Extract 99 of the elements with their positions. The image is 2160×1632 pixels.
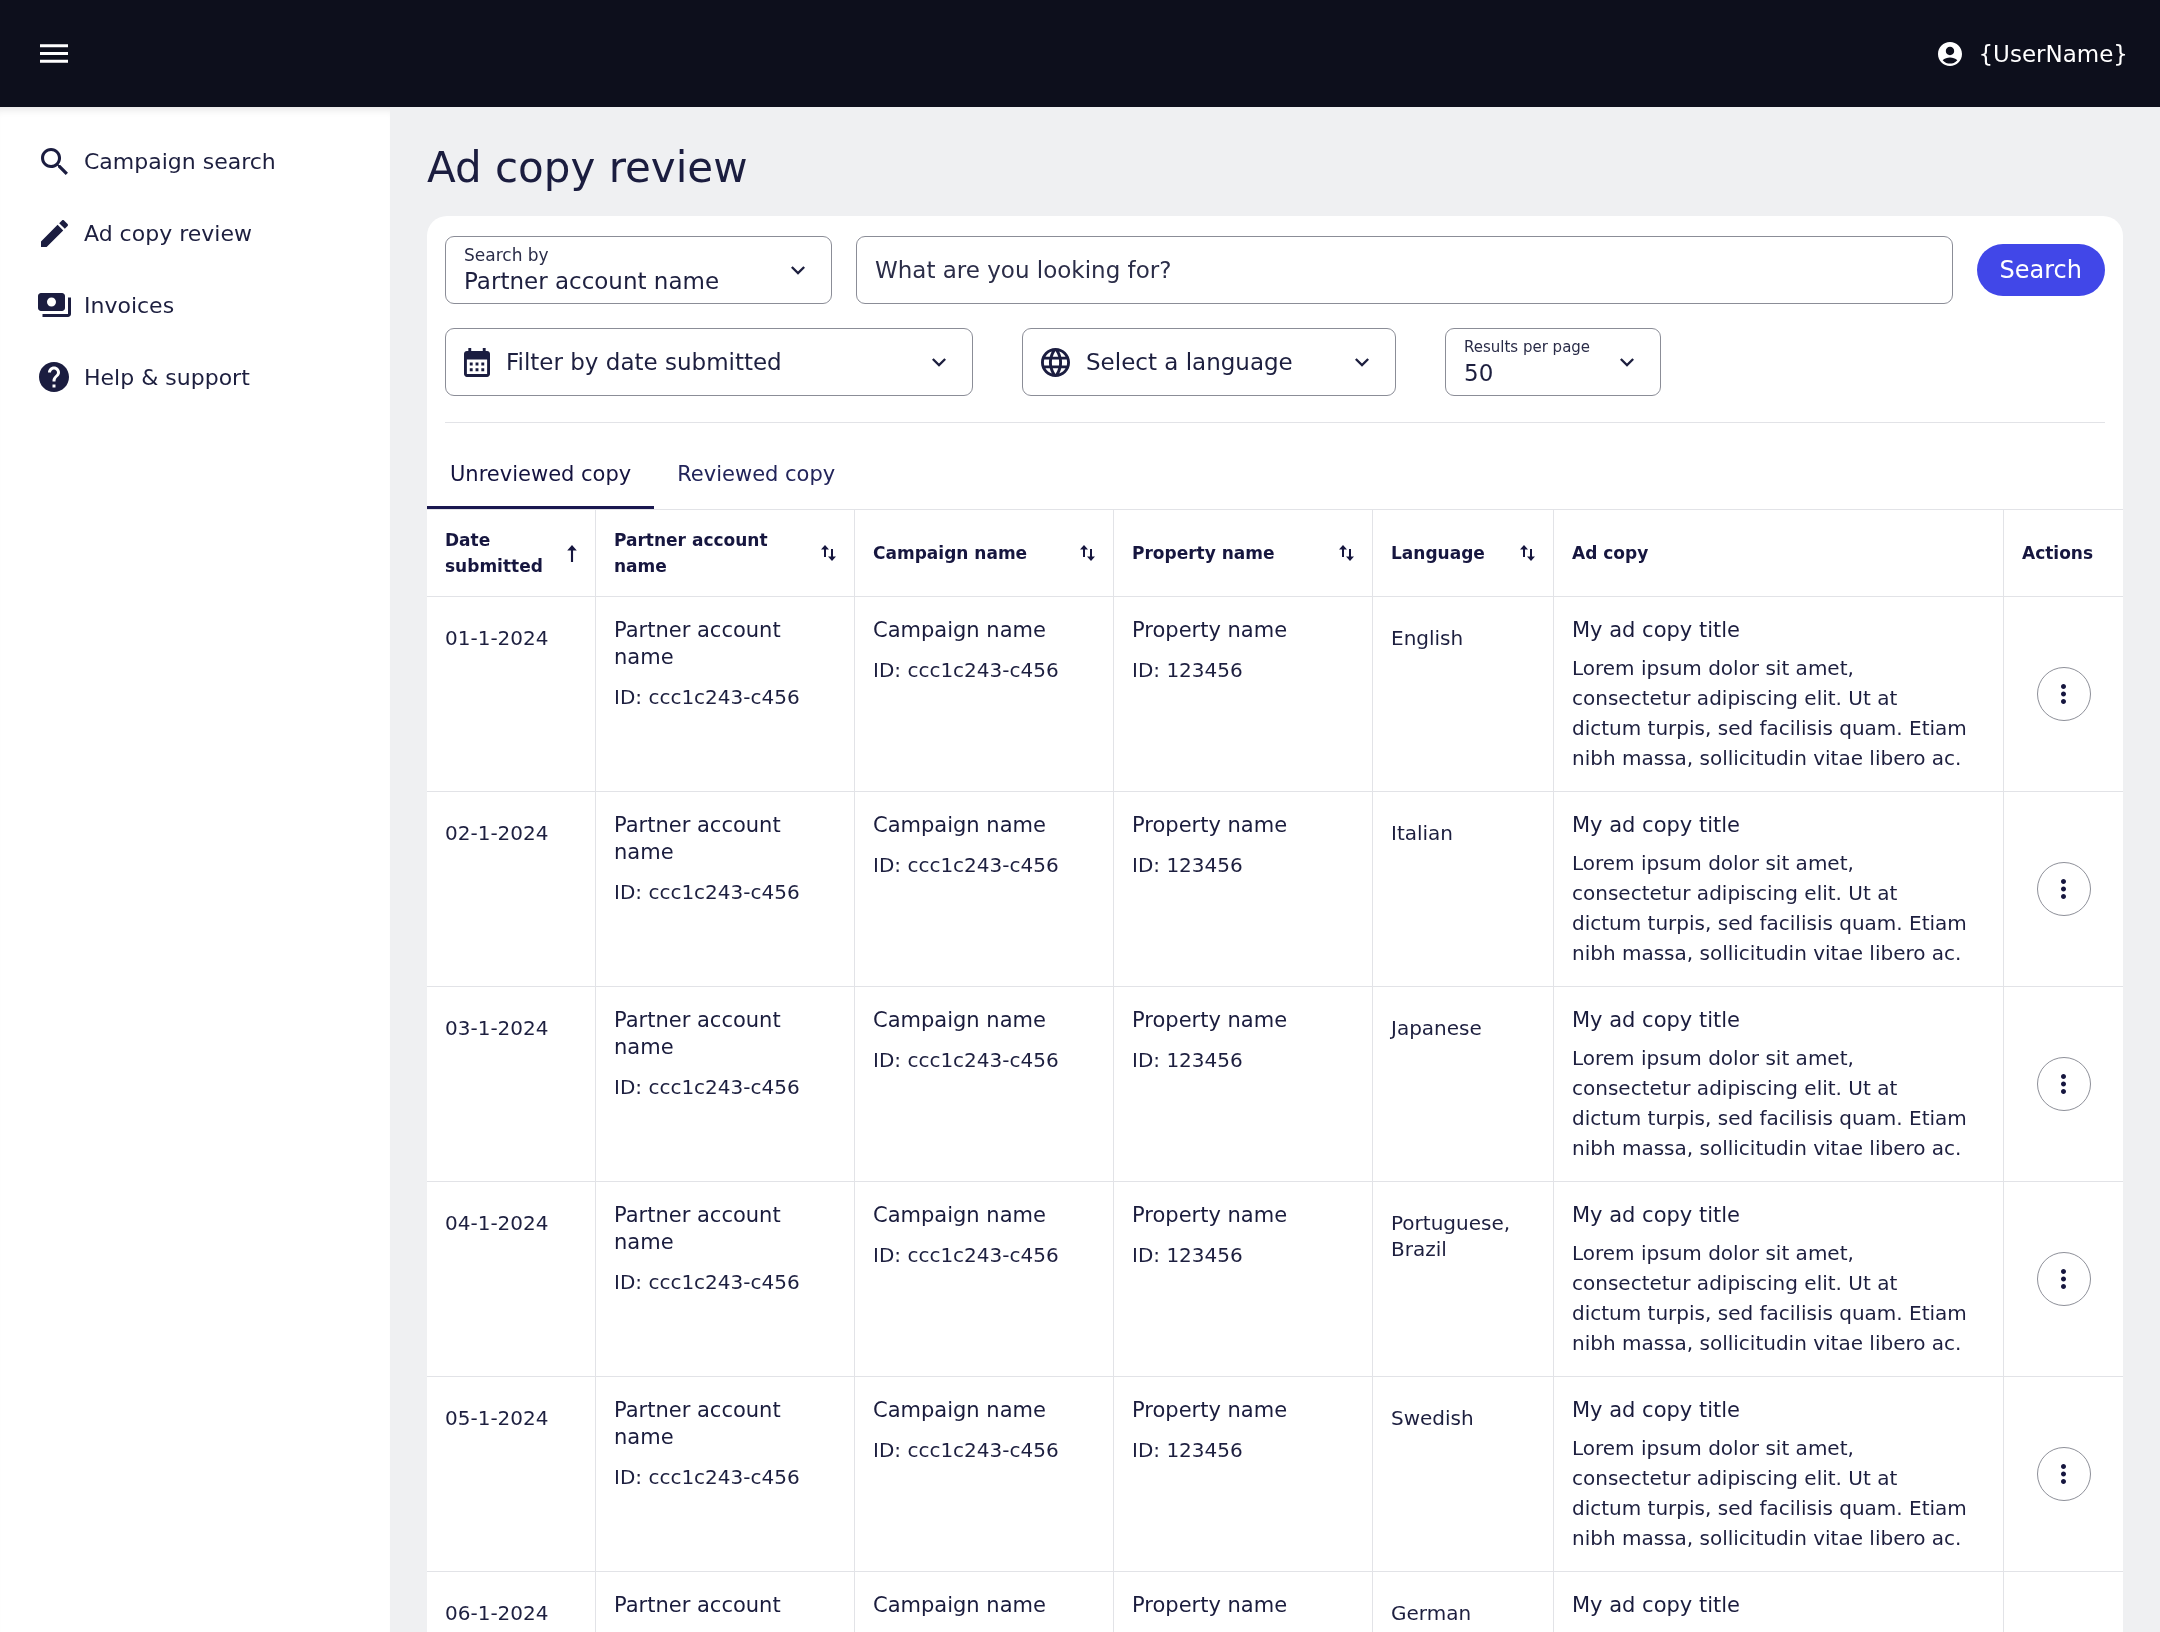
submitted-date: 06-1-2024: [445, 1600, 549, 1626]
vertical-dots-icon: [2061, 1269, 2066, 1289]
results-per-page-dropdown[interactable]: Results per page 50: [1445, 328, 1661, 396]
property-id: ID: 123456: [1132, 1437, 1243, 1464]
property-id: ID: 123456: [1132, 657, 1243, 684]
campaign-name: Campaign name: [873, 1592, 1046, 1619]
menu-icon[interactable]: [40, 44, 68, 63]
column-header-button[interactable]: Property name: [1132, 540, 1354, 566]
user-icon: [1938, 41, 1963, 66]
search-icon: [40, 147, 68, 175]
column-header: Actions: [2022, 542, 2094, 565]
calendar-icon: [464, 347, 490, 377]
column-header-button[interactable]: Campaign name: [873, 540, 1095, 566]
nav-item[interactable]: Invoices: [37, 290, 175, 320]
globe-icon: [1041, 347, 1070, 377]
partner-account-id: ID: ccc1c243-c456: [614, 1074, 800, 1101]
partner-account-name: Partner account name: [614, 617, 782, 671]
submitted-date: 04-1-2024: [445, 1210, 549, 1236]
property-id: ID: 123456: [1132, 852, 1243, 879]
partner-account-name: Partner account name: [614, 1007, 782, 1061]
more-actions-button[interactable]: [2036, 667, 2091, 721]
submitted-date: 02-1-2024: [445, 820, 549, 846]
more-actions-button[interactable]: [2036, 1252, 2091, 1306]
partner-account-id: ID: ccc1c243-c456: [614, 879, 800, 906]
chevron-down-icon: [1355, 357, 1369, 367]
language-name: English: [1391, 625, 1464, 651]
property-name: Property name: [1132, 617, 1288, 644]
help-icon: [39, 362, 69, 392]
ad-copy-title: My ad copy title: [1572, 1592, 1740, 1619]
language-name: German: [1391, 1600, 1472, 1626]
column-header-button[interactable]: Language: [1391, 540, 1535, 566]
ad-copy-title: My ad copy title: [1572, 1202, 1740, 1229]
ad-copy-text: Lorem ipsum dolor sit amet, consectetur adipiscing elit. Ut at dictum turpis, sed facilisis quam. Etiam nibh massa, sollicitudin vitae libero ac.: [1572, 1240, 1968, 1357]
page-title: Ad copy review: [427, 143, 748, 193]
search-by-dropdown[interactable]: Search by Partner account name: [445, 236, 832, 304]
partner-account-name: Partner account name: [614, 1397, 782, 1451]
ad-copy-text: Lorem ipsum dolor sit amet, consectetur adipiscing elit. Ut at dictum turpis, sed facilisis quam. Etiam nibh massa, sollicitudin vitae libero ac.: [1572, 1045, 1968, 1162]
ad-copy-text: Lorem ipsum dolor sit amet, consectetur adipiscing elit. Ut at dictum turpis, sed facilisis quam. Etiam nibh massa, sollicitudin vitae libero ac.: [1572, 655, 1968, 772]
column-header: Ad copy: [1572, 542, 1649, 565]
nav-item[interactable]: Help & support: [37, 362, 250, 392]
ad-copy-text: Lorem ipsum dolor sit amet, consectetur adipiscing elit. Ut at dictum turpis, sed facilisis quam. Etiam nibh massa, sollicitudin vitae libero ac.: [1572, 850, 1968, 967]
chevron-down-icon: [1620, 357, 1634, 367]
submitted-date: 03-1-2024: [445, 1015, 549, 1041]
property-name: Property name: [1132, 1592, 1288, 1619]
partner-account-id: ID: ccc1c243-c456: [614, 1464, 800, 1491]
tab[interactable]: Reviewed copy: [654, 441, 859, 509]
language-dropdown[interactable]: Select a language: [1022, 328, 1396, 396]
partner-account-id: ID: ccc1c243-c456: [614, 1269, 800, 1296]
partner-account-id: ID: ccc1c243-c456: [614, 684, 800, 711]
pencil-icon: [40, 219, 68, 247]
language-name: Portuguese, Brazil: [1391, 1210, 1512, 1262]
campaign-id: ID: ccc1c243-c456: [873, 1437, 1059, 1464]
partner-account-name: Partner account name: [614, 812, 782, 866]
vertical-dots-icon: [2061, 684, 2066, 704]
partner-account-name: Partner account: [614, 1592, 781, 1619]
property-id: ID: 123456: [1132, 1242, 1243, 1269]
ad-copy-title: My ad copy title: [1572, 617, 1740, 644]
vertical-dots-icon: [2061, 1074, 2066, 1094]
campaign-id: ID: ccc1c243-c456: [873, 1047, 1059, 1074]
partner-account-name: Partner account name: [614, 1202, 782, 1256]
chevron-down-icon: [791, 265, 805, 275]
ad-copy-text: Lorem ipsum dolor sit amet, consectetur adipiscing elit. Ut at dictum turpis, sed facilisis quam. Etiam nibh massa, sollicitudin vitae libero ac.: [1572, 1435, 1968, 1552]
submitted-date: 05-1-2024: [445, 1405, 549, 1431]
more-actions-button[interactable]: [2036, 1057, 2091, 1111]
property-name: Property name: [1132, 812, 1288, 839]
search-field[interactable]: What are you looking for?: [856, 236, 1953, 304]
campaign-name: Campaign name: [873, 1007, 1046, 1034]
tab[interactable]: Unreviewed copy: [427, 441, 655, 509]
campaign-name: Campaign name: [873, 617, 1046, 644]
language-name: Japanese: [1391, 1015, 1482, 1041]
vertical-dots-icon: [2061, 879, 2066, 899]
campaign-name: Campaign name: [873, 1397, 1046, 1424]
ad-copy-title: My ad copy title: [1572, 1397, 1740, 1424]
search-button[interactable]: Search: [1976, 244, 2105, 296]
column-header-button[interactable]: Date submitted: [445, 527, 577, 579]
date-filter-dropdown[interactable]: Filter by date submitted: [445, 328, 973, 396]
campaign-id: ID: ccc1c243-c456: [873, 657, 1059, 684]
submitted-date: 01-1-2024: [445, 625, 549, 651]
campaign-id: ID: ccc1c243-c456: [873, 1242, 1059, 1269]
chevron-down-icon: [932, 357, 946, 367]
property-name: Property name: [1132, 1007, 1288, 1034]
property-name: Property name: [1132, 1202, 1288, 1229]
campaign-name: Campaign name: [873, 812, 1046, 839]
campaign-id: ID: ccc1c243-c456: [873, 852, 1059, 879]
vertical-dots-icon: [2061, 1464, 2066, 1484]
nav-item[interactable]: Campaign search: [37, 146, 276, 176]
property-name: Property name: [1132, 1397, 1288, 1424]
ad-copy-title: My ad copy title: [1572, 812, 1740, 839]
language-name: Italian: [1391, 820, 1454, 846]
property-id: ID: 123456: [1132, 1047, 1243, 1074]
more-actions-button[interactable]: [2036, 862, 2091, 916]
campaign-name: Campaign name: [873, 1202, 1046, 1229]
language-name: Swedish: [1391, 1405, 1474, 1431]
user-menu-button[interactable]: {UserName}: [1938, 38, 2128, 69]
column-header-button[interactable]: Partner account name: [614, 527, 836, 579]
ad-copy-title: My ad copy title: [1572, 1007, 1740, 1034]
nav-item[interactable]: Ad copy review: [37, 218, 252, 248]
more-actions-button[interactable]: [2036, 1447, 2091, 1501]
banknote-icon: [37, 293, 71, 317]
